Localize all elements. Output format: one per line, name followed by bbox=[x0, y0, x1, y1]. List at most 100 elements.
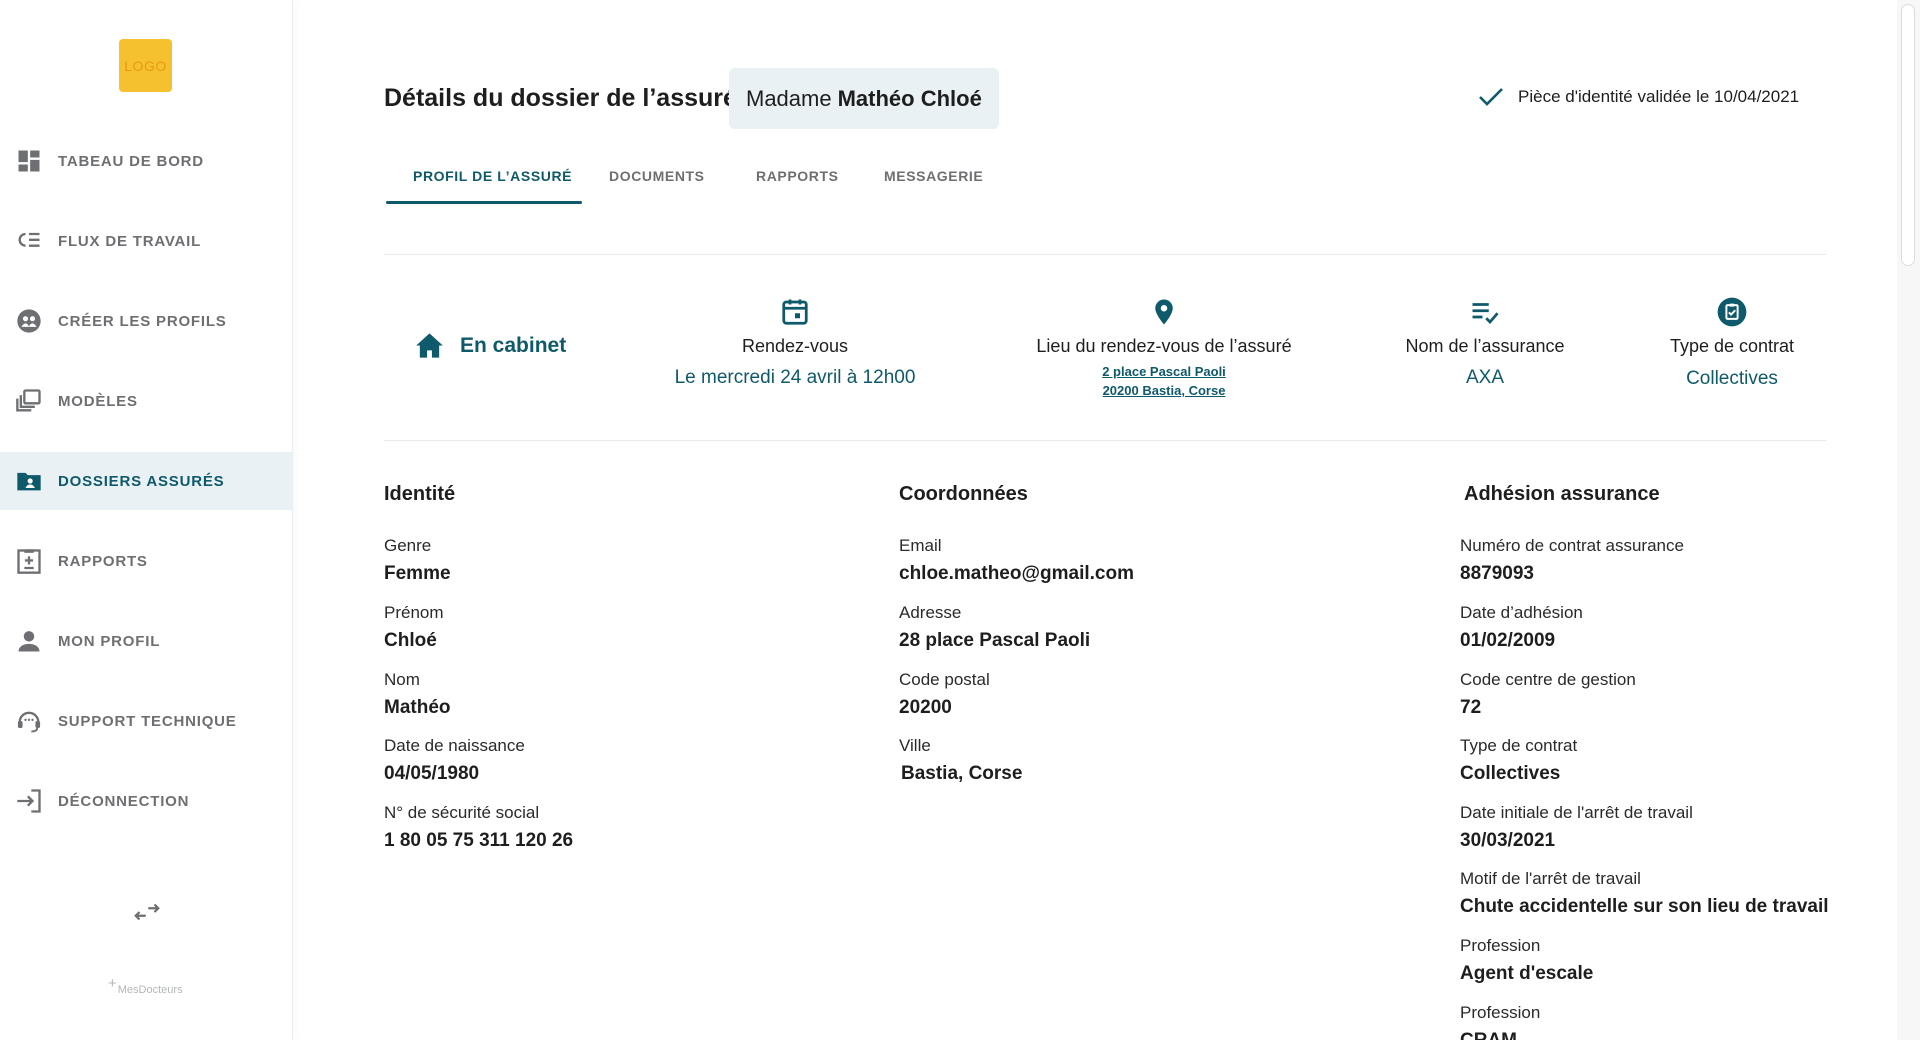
field-value-date-naissance: 04/05/1980 bbox=[384, 763, 480, 784]
collapse-sidebar-button[interactable] bbox=[130, 895, 164, 929]
clipboard-check-icon bbox=[1717, 297, 1747, 327]
id-validation-text: Pièce d'identité validée le 10/04/2021 bbox=[1518, 87, 1800, 106]
folder-user-icon bbox=[14, 466, 44, 496]
sidebar-item-mon-profil[interactable]: MON PROFIL bbox=[0, 612, 293, 670]
check-icon bbox=[1479, 88, 1503, 106]
location-pin-icon bbox=[1149, 297, 1179, 327]
scrollbar-thumb[interactable] bbox=[1901, 4, 1915, 266]
dashboard-icon bbox=[14, 146, 44, 176]
field-value-email: chloe.matheo@gmail.com bbox=[899, 563, 1134, 584]
field-value-date-adhesion: 01/02/2009 bbox=[1460, 630, 1556, 651]
field-value-profession-2: CRAM bbox=[1460, 1030, 1517, 1040]
logout-icon bbox=[14, 786, 44, 816]
field-value-genre: Femme bbox=[384, 563, 451, 584]
field-value-type-contrat: Collectives bbox=[1460, 763, 1561, 784]
field-label: Code centre de gestion bbox=[1460, 670, 1636, 689]
section-title-coordonnees: Coordonnées bbox=[899, 483, 1028, 505]
sidebar-item-dossiers-assures[interactable]: DOSSIERS ASSURÉS bbox=[0, 452, 293, 510]
field-value-prenom: Chloé bbox=[384, 630, 437, 651]
calendar-icon bbox=[780, 297, 810, 327]
consultation-mode: En cabinet bbox=[415, 332, 566, 359]
sidebar-item-label: CRÉER LES PROFILS bbox=[58, 312, 227, 330]
report-icon bbox=[14, 546, 44, 576]
insured-name-chip: Madame Mathéo Chloé bbox=[729, 68, 999, 129]
tab-messagerie[interactable]: MESSAGERIE bbox=[884, 168, 983, 184]
field-label: Adresse bbox=[899, 603, 962, 622]
field-label: Profession bbox=[1460, 936, 1541, 955]
field-label: Profession bbox=[1460, 1003, 1541, 1022]
list-check-icon bbox=[1470, 297, 1500, 327]
field-label: Prénom bbox=[384, 603, 444, 622]
sidebar-item-support-technique[interactable]: SUPPORT TECHNIQUE bbox=[0, 692, 293, 750]
field-value-adresse: 28 place Pascal Paoli bbox=[899, 630, 1091, 651]
divider bbox=[384, 440, 1826, 441]
lieu-label: Lieu du rendez-vous de l’assuré bbox=[1036, 336, 1292, 356]
field-label: Nom bbox=[384, 670, 420, 689]
sidebar-item-label: SUPPORT TECHNIQUE bbox=[58, 712, 237, 730]
field-value-profession: Agent d'escale bbox=[1460, 963, 1594, 984]
sidebar-item-tableau-de-bord[interactable]: TABEAU DE BORD bbox=[0, 132, 293, 190]
field-label: Genre bbox=[384, 536, 432, 555]
home-icon bbox=[416, 333, 443, 358]
field-value-securite-sociale: 1 80 05 75 311 120 26 bbox=[384, 830, 574, 851]
field-value-nom: Mathéo bbox=[384, 697, 451, 718]
sidebar-item-creer-les-profils[interactable]: CRÉER LES PROFILS bbox=[0, 292, 293, 350]
sidebar-item-label: RAPPORTS bbox=[58, 552, 148, 570]
sidebar-item-flux-de-travail[interactable]: FLUX DE TRAVAIL bbox=[0, 212, 293, 270]
section-title-adhesion: Adhésion assurance bbox=[1464, 483, 1660, 505]
tab-profil[interactable]: PROFIL DE L’ASSURÉ bbox=[413, 168, 572, 184]
plus-icon: + bbox=[108, 975, 117, 992]
create-profiles-icon bbox=[14, 306, 44, 336]
workflow-icon bbox=[14, 226, 44, 256]
field-label: Numéro de contrat assurance bbox=[1460, 536, 1684, 555]
contrat-value: Collectives bbox=[1686, 368, 1778, 389]
field-value-code-postal: 20200 bbox=[899, 697, 952, 718]
divider bbox=[384, 254, 1826, 255]
rdv-value: Le mercredi 24 avril à 12h00 bbox=[674, 367, 916, 388]
collapse-arrows-icon bbox=[134, 903, 160, 921]
field-value-date-arret: 30/03/2021 bbox=[1460, 830, 1556, 851]
sidebar-item-label: DÉCONNECTION bbox=[58, 792, 190, 810]
contrat-label: Type de contrat bbox=[1669, 336, 1795, 356]
field-label: Date d’adhésion bbox=[1460, 603, 1583, 622]
sidebar-item-deconnection[interactable]: DÉCONNECTION bbox=[0, 772, 293, 830]
brand-name: MesDocteurs bbox=[117, 984, 183, 996]
sidebar: LOGO TABEAU DE BORD FLUX DE TRAVAIL CRÉE… bbox=[0, 0, 293, 1040]
field-value-motif-arret: Chute accidentelle sur son lieu de trava… bbox=[1460, 896, 1829, 917]
rdv-label: Rendez-vous bbox=[741, 336, 849, 356]
field-label: Date de naissance bbox=[384, 736, 525, 755]
lieu-address-line1[interactable]: 2 place Pascal Paoli bbox=[1102, 364, 1226, 379]
field-label: Motif de l'arrêt de travail bbox=[1460, 869, 1641, 888]
field-value-numero-contrat: 8879093 bbox=[1460, 563, 1534, 584]
sidebar-item-modeles[interactable]: MODÈLES bbox=[0, 372, 293, 430]
assurance-value: AXA bbox=[1465, 367, 1505, 388]
id-validation-status: Pièce d'identité validée le 10/04/2021 bbox=[1478, 86, 1799, 108]
user-icon bbox=[14, 626, 44, 656]
sidebar-item-label: FLUX DE TRAVAIL bbox=[58, 232, 202, 250]
assurance-label: Nom de l’assurance bbox=[1405, 336, 1565, 356]
field-label: Date initiale de l'arrêt de travail bbox=[1460, 803, 1693, 822]
logo[interactable]: LOGO bbox=[119, 39, 172, 92]
section-title-identite: Identité bbox=[384, 483, 456, 505]
field-label: Email bbox=[899, 536, 942, 555]
support-icon bbox=[14, 706, 44, 736]
name-prefix: Madame bbox=[746, 85, 832, 111]
brand-footer: +MesDocteurs bbox=[108, 975, 183, 997]
active-tab-indicator bbox=[386, 201, 582, 204]
field-label: Code postal bbox=[899, 670, 990, 689]
field-value-ville: Bastia, Corse bbox=[901, 763, 1023, 784]
lieu-address-line2[interactable]: 20200 Bastia, Corse bbox=[1103, 383, 1226, 398]
field-label: Type de contrat bbox=[1460, 736, 1578, 755]
sidebar-item-rapports[interactable]: RAPPORTS bbox=[0, 532, 293, 590]
field-value-code-centre: 72 bbox=[1460, 697, 1482, 718]
sidebar-item-label: MON PROFIL bbox=[58, 632, 161, 650]
sidebar-item-label: TABEAU DE BORD bbox=[58, 152, 204, 170]
field-label: Ville bbox=[899, 736, 931, 755]
page-title: Détails du dossier de l’assuré bbox=[384, 84, 737, 112]
tab-rapports[interactable]: RAPPORTS bbox=[756, 168, 839, 184]
templates-icon bbox=[14, 386, 44, 416]
consultation-mode-label: En cabinet bbox=[460, 333, 567, 357]
insured-name: Mathéo Chloé bbox=[837, 85, 982, 111]
sidebar-item-label: MODÈLES bbox=[58, 392, 138, 410]
tab-documents[interactable]: DOCUMENTS bbox=[609, 168, 705, 184]
